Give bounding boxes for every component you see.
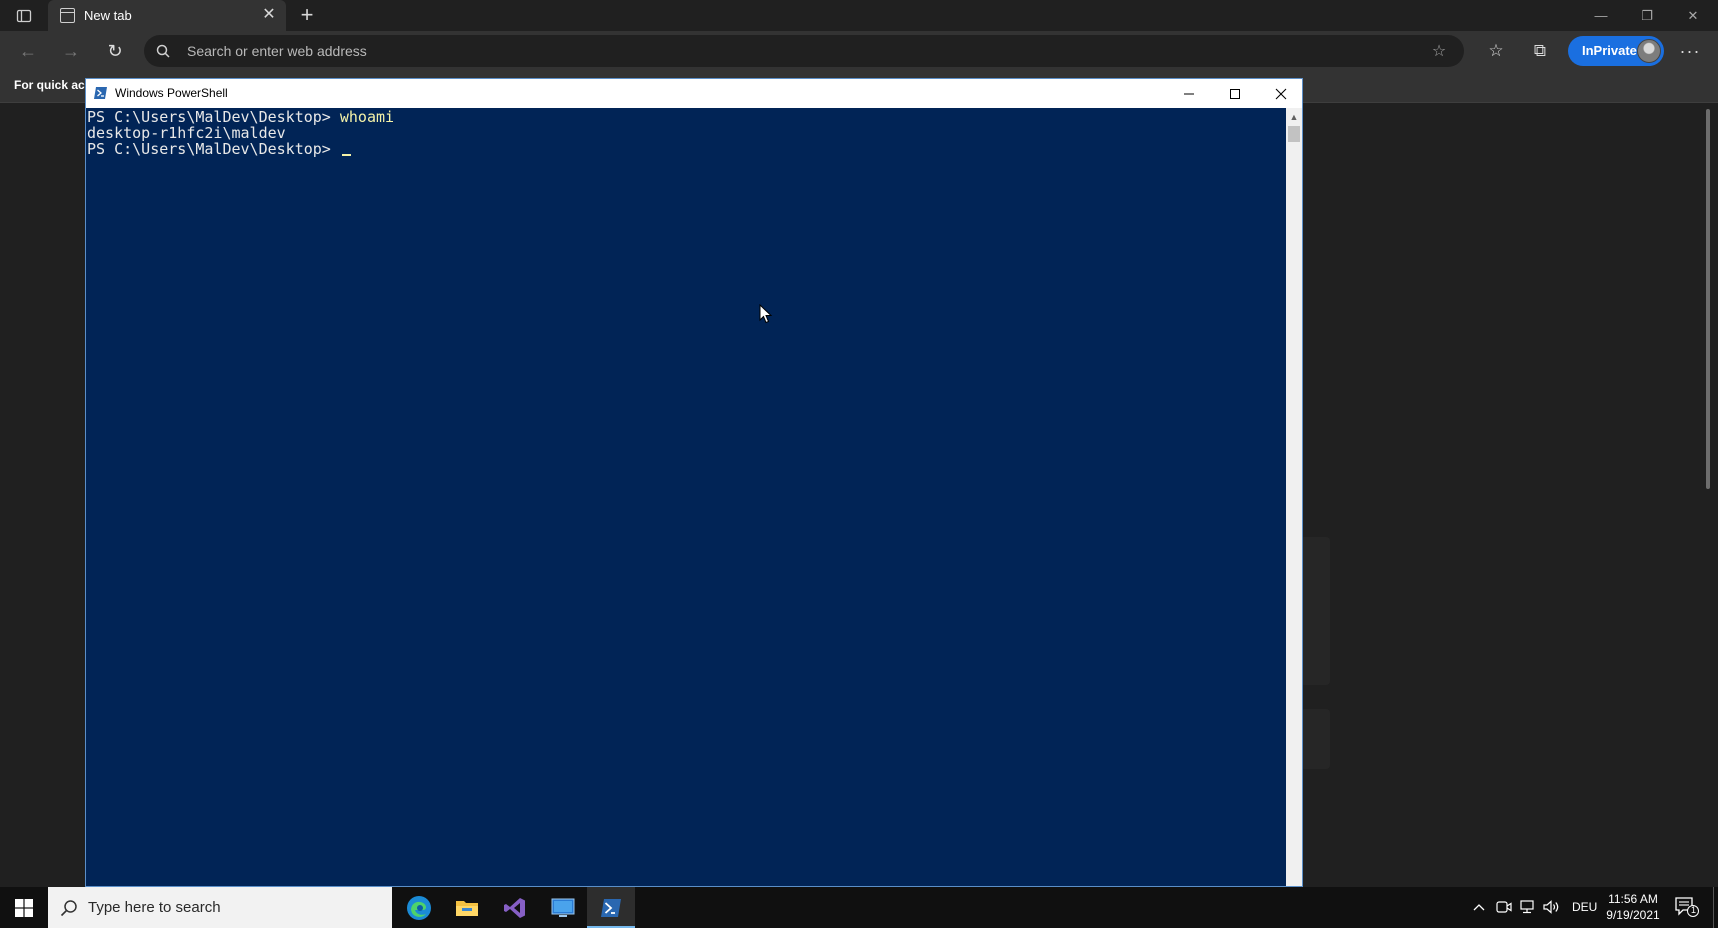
background-card (1300, 709, 1330, 769)
browser-close-button[interactable]: ✕ (1670, 0, 1716, 31)
console-line: PS C:\Users\MalDev\Desktop> (87, 141, 351, 157)
console-line: PS C:\Users\MalDev\Desktop> whoami (87, 109, 394, 125)
taskbar: Type here to search DEU 11:56 AM 9/19/20… (0, 887, 1718, 928)
favorites-icon[interactable]: ☆ (1482, 37, 1510, 65)
mouse-pointer-icon (759, 304, 773, 324)
close-icon (1275, 88, 1287, 99)
volume-icon[interactable] (1542, 897, 1562, 917)
inprivate-label: InPrivate (1582, 43, 1637, 58)
back-arrow-icon[interactable]: ← (14, 37, 42, 65)
clock-date: 9/19/2021 (1606, 908, 1660, 922)
tab-actions-glyph (16, 9, 32, 23)
windows-logo-icon (15, 898, 33, 917)
settings-more-icon[interactable]: ··· (1676, 37, 1704, 65)
powershell-icon (94, 87, 107, 99)
page-scrollbar[interactable] (1706, 109, 1710, 489)
powershell-minimize-button[interactable] (1166, 79, 1212, 108)
favorites-bar-text: For quick acc (14, 78, 92, 92)
new-tab-button[interactable]: + (295, 3, 319, 27)
console-command: whoami (339, 108, 395, 126)
minimize-icon (1184, 93, 1194, 94)
input-language-indicator[interactable]: DEU (1572, 900, 1597, 914)
camera-glyph (1496, 901, 1512, 913)
visual-studio-icon (504, 897, 525, 918)
folder-icon (456, 900, 478, 916)
tab-title: New tab (84, 8, 132, 23)
meet-now-icon[interactable] (1494, 897, 1514, 917)
powershell-titlebar[interactable]: Windows PowerShell (86, 79, 1302, 108)
add-favorite-star-icon[interactable]: ☆ (1428, 40, 1450, 62)
network-icon[interactable] (1518, 897, 1538, 917)
powershell-close-button[interactable] (1258, 79, 1304, 108)
powershell-scrollbar[interactable]: ▲ (1286, 108, 1302, 886)
taskbar-app-edge[interactable] (395, 887, 443, 928)
browser-toolbar: ← → ↻ Search or enter web address ☆ ☆ ⧉ … (0, 31, 1718, 71)
taskbar-clock[interactable]: 11:56 AM 9/19/2021 (1600, 891, 1666, 923)
tab-new-tab[interactable]: New tab ✕ (48, 0, 286, 31)
profile-avatar (1637, 39, 1661, 63)
powershell-maximize-button[interactable] (1212, 79, 1258, 108)
powershell-title: Windows PowerShell (115, 86, 228, 100)
console-line: desktop-r1hfc2i\maldev (87, 125, 286, 141)
notification-count-badge: 1 (1690, 905, 1696, 915)
search-icon (60, 900, 77, 917)
inprivate-button[interactable]: InPrivate (1568, 36, 1664, 66)
powershell-icon (601, 898, 621, 917)
browser-restore-button[interactable]: ❐ (1624, 0, 1670, 31)
text-cursor (341, 154, 351, 156)
new-tab-page-icon (60, 8, 75, 23)
collections-icon[interactable]: ⧉ (1526, 37, 1554, 65)
network-glyph (1520, 900, 1534, 914)
browser-minimize-button[interactable]: — (1578, 0, 1624, 31)
address-bar-placeholder: Search or enter web address (187, 43, 367, 59)
clock-time: 11:56 AM (1608, 892, 1658, 906)
taskbar-search-box[interactable]: Type here to search (48, 887, 392, 928)
show-desktop-button[interactable] (1713, 887, 1714, 928)
taskbar-app-visual-studio[interactable] (491, 887, 539, 928)
start-button[interactable] (0, 887, 48, 928)
tab-close-icon[interactable]: ✕ (260, 6, 278, 24)
edge-icon (407, 895, 431, 920)
taskbar-app-powershell[interactable] (587, 887, 635, 928)
scrollbar-thumb[interactable] (1288, 126, 1300, 142)
taskbar-search-placeholder: Type here to search (88, 899, 221, 916)
taskbar-app-file-explorer[interactable] (443, 887, 491, 928)
show-hidden-icons-chevron-up-icon[interactable] (1469, 897, 1489, 917)
search-icon (156, 44, 170, 58)
maximize-icon (1230, 88, 1240, 99)
remote-desktop-icon (551, 898, 575, 917)
speaker-glyph (1543, 900, 1559, 914)
action-center-notification-icon[interactable]: 1 (1674, 895, 1700, 919)
background-card (1300, 537, 1330, 685)
console-prompt: PS C:\Users\MalDev\Desktop> (87, 140, 340, 158)
taskbar-app-remote-desktop[interactable] (539, 887, 587, 928)
address-bar[interactable]: Search or enter web address ☆ (144, 35, 1464, 67)
powershell-window: Windows PowerShell PS C:\Users\MalDev\De… (85, 78, 1303, 887)
powershell-console[interactable]: PS C:\Users\MalDev\Desktop> whoami deskt… (86, 108, 1286, 886)
refresh-icon[interactable]: ↻ (101, 37, 129, 65)
scroll-up-arrow-icon[interactable]: ▲ (1286, 108, 1302, 125)
chevron-up-glyph (1473, 904, 1485, 911)
forward-arrow-icon[interactable]: → (57, 37, 85, 65)
tab-actions-icon[interactable] (14, 6, 34, 26)
browser-tab-strip: New tab ✕ + — ❐ ✕ (0, 0, 1718, 31)
